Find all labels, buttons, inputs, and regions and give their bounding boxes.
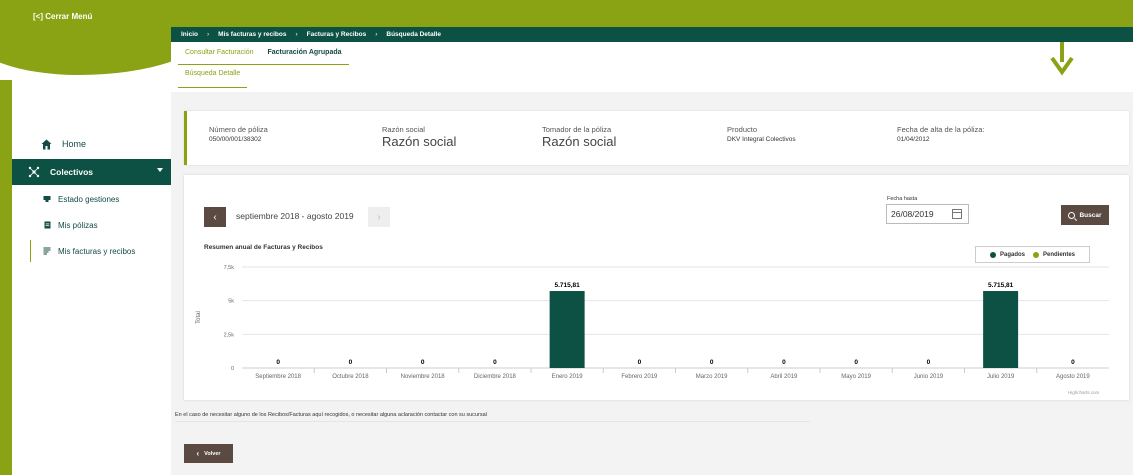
fecha-alta: Fecha de alta de la póliza: 01/04/2012 <box>897 125 985 143</box>
policy-info-card: Número de póliza 050/00/001/38302 Razón … <box>184 111 1129 165</box>
policy-number: Número de póliza 050/00/001/38302 <box>209 125 268 143</box>
x-tick-label: Septiembre 2018 <box>255 374 301 380</box>
x-tick-label: Marzo 2019 <box>696 374 728 380</box>
producto-value: DKV Integral Colectivos <box>727 136 796 143</box>
chart-credits: Highcharts.com <box>1068 390 1100 395</box>
x-tick-label: Mayo 2019 <box>841 374 871 380</box>
y-tick-label: 7,5k <box>224 265 235 271</box>
sidebar-item-mis-facturas[interactable]: Mis facturas y recibos <box>12 240 171 262</box>
data-label: 0 <box>710 359 714 366</box>
bar <box>549 291 585 368</box>
x-tick-label: Enero 2019 <box>552 374 584 380</box>
data-label: 0 <box>493 359 497 366</box>
back-button[interactable]: ‹ Volver <box>184 444 233 463</box>
tab-consultar-facturacion[interactable]: Consultar Facturación <box>178 46 261 65</box>
caret-down-icon <box>157 168 163 172</box>
y-tick-label: 5k <box>228 299 234 305</box>
x-tick-label: Agosto 2019 <box>1056 374 1090 380</box>
tomador-value: Razón social <box>542 134 617 149</box>
data-label: 0 <box>927 359 931 366</box>
tomador-label: Tomador de la póliza <box>542 125 612 134</box>
sidebar-item-label: Estado gestiones <box>58 194 120 204</box>
home-icon <box>40 138 52 150</box>
breadcrumb-item-facturas-recibos[interactable]: Facturas y Recibos <box>307 31 367 38</box>
y-tick-label: 0 <box>231 366 234 372</box>
y-tick-label: 2,5k <box>224 332 235 338</box>
x-tick-label: Diciembre 2018 <box>474 374 517 380</box>
x-tick-label: Junio 2019 <box>914 374 944 380</box>
bar <box>983 291 1019 368</box>
sidebar-item-label: Mis pólizas <box>58 220 98 230</box>
tab-facturacion-agrupada[interactable]: Facturación Agrupada <box>260 46 349 65</box>
data-label: 0 <box>1071 359 1075 366</box>
policy-number-label: Número de póliza <box>209 125 268 134</box>
tomador: Tomador de la póliza Razón social <box>542 125 616 149</box>
producto: Producto DKV Integral Colectivos <box>727 125 796 143</box>
x-tick-label: Octubre 2018 <box>332 374 369 380</box>
x-tick-label: Febrero 2019 <box>621 374 658 380</box>
breadcrumb-item-mis-facturas[interactable]: Mis facturas y recibos <box>218 31 286 38</box>
fecha-alta-label: Fecha de alta de la póliza: <box>897 125 985 134</box>
data-label: 5.715,81 <box>988 282 1014 289</box>
data-label: 0 <box>421 359 425 366</box>
breadcrumb-separator: › <box>295 31 298 38</box>
breadcrumb-separator: › <box>375 31 378 38</box>
data-label: 0 <box>854 359 858 366</box>
tabs: Consultar Facturación Facturación Agrupa… <box>178 46 349 65</box>
contact-note: En el caso de necesitar alguno de los Re… <box>175 409 810 422</box>
producto-label: Producto <box>727 125 758 134</box>
data-label: 0 <box>638 359 642 366</box>
sidebar-item-mis-polizas[interactable]: Mis pólizas <box>12 214 171 236</box>
razon-social-label: Razón social <box>382 125 425 134</box>
close-menu-button[interactable]: [<] Cerrar Menú <box>33 12 92 21</box>
y-axis-label: Total <box>196 311 202 324</box>
sidebar-item-colectivos[interactable]: Colectivos <box>12 159 171 185</box>
x-tick-label: Abril 2019 <box>770 374 798 380</box>
razon-social: Razón social Razón social <box>382 125 456 149</box>
data-label: 5.715,81 <box>554 282 580 289</box>
breadcrumb-separator: › <box>206 31 210 38</box>
x-tick-label: Noviembre 2018 <box>401 374 446 380</box>
document-icon <box>42 219 52 231</box>
data-label: 0 <box>782 359 786 366</box>
sidebar-item-label: Colectivos <box>50 167 93 177</box>
tab-busqueda-detalle[interactable]: Búsqueda Detalle <box>178 67 248 88</box>
sidebar: [<] Cerrar Menú Home Colectivos Estado g… <box>0 0 171 475</box>
back-button-label: Volver <box>204 450 221 457</box>
sidebar-item-label: Home <box>62 139 87 149</box>
fecha-alta-value: 01/04/2012 <box>897 136 930 143</box>
sidebar-item-estado-gestiones[interactable]: Estado gestiones <box>12 188 171 210</box>
breadcrumb: Inicio › Mis facturas y recibos › Factur… <box>171 27 1133 42</box>
breadcrumb-item-busqueda: Búsqueda Detalle <box>386 31 441 38</box>
receipt-icon <box>42 245 52 257</box>
data-label: 0 <box>349 359 353 366</box>
chart-card: ‹ septiembre 2018 - agosto 2019 › Fecha … <box>184 175 1129 400</box>
policy-number-value: 050/00/001/38302 <box>209 136 262 143</box>
x-tick-label: Julio 2019 <box>987 374 1015 380</box>
inbox-icon <box>42 193 52 205</box>
data-label: 0 <box>276 359 280 366</box>
sidebar-item-label: Mis facturas y recibos <box>58 246 136 256</box>
sidebar-item-home[interactable]: Home <box>12 132 171 156</box>
sidebar-header: [<] Cerrar Menú <box>0 0 171 80</box>
razon-social-value: Razón social <box>382 134 457 149</box>
network-icon <box>28 166 40 178</box>
sidebar-accent-bar <box>0 80 12 475</box>
chevron-left-icon: ‹ <box>196 449 200 458</box>
breadcrumb-item-inicio[interactable]: Inicio <box>181 31 198 38</box>
bar-chart: 0 2,5k 5k 7,5k Total 0 Septiembre 2018 0 Octubre… <box>196 265 1109 380</box>
